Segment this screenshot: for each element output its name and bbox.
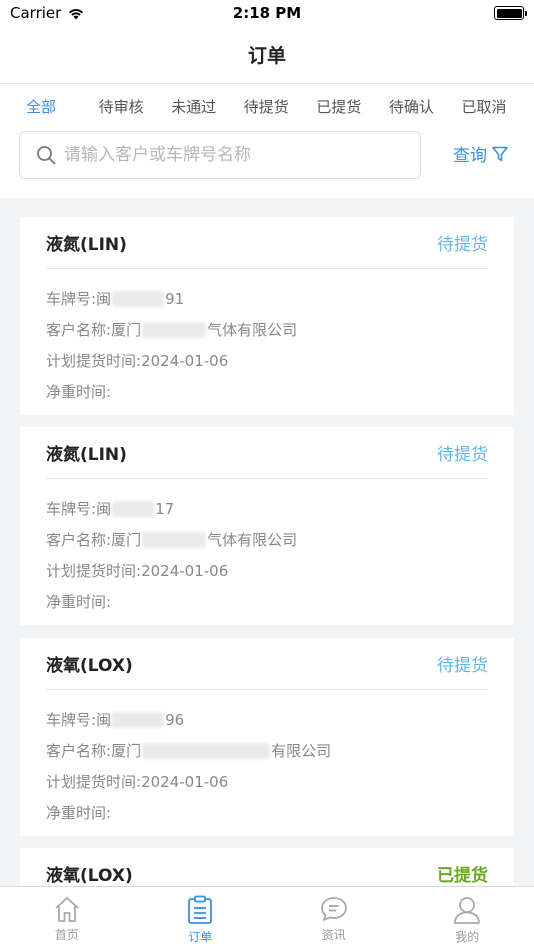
home-icon bbox=[55, 897, 79, 922]
tab-mine-label: 我的 bbox=[455, 930, 480, 944]
chat-icon bbox=[320, 897, 347, 921]
order-status: 待提货 bbox=[437, 445, 488, 465]
order-card[interactable]: 液氮(LIN) 待提货 车牌号: 闽 91 客户名称: 厦门 气体有限公司 计划提货时间… bbox=[20, 217, 514, 415]
battery-icon bbox=[494, 6, 527, 20]
order-product: 液氮(LIN) bbox=[46, 445, 127, 465]
tab-mine[interactable]: 我的 bbox=[401, 887, 534, 950]
query-button-label: 查询 bbox=[453, 146, 487, 166]
order-status: 待提货 bbox=[437, 235, 488, 255]
order-product: 液氮(LIN) bbox=[46, 235, 127, 255]
tab-all[interactable]: 全部 bbox=[26, 96, 99, 117]
plan-time-row: 计划提货时间: 2024-01-06 bbox=[46, 561, 229, 580]
tab-home-label: 首页 bbox=[54, 928, 79, 942]
plate-row: 车牌号: 闽 96 bbox=[46, 710, 185, 729]
nav-bar: 订单 bbox=[0, 26, 534, 84]
plate-row: 车牌号: 闽 91 bbox=[46, 289, 185, 308]
tab-rejected[interactable]: 未通过 bbox=[171, 96, 244, 117]
wifi-icon bbox=[69, 8, 84, 19]
tab-pending-review[interactable]: 待审核 bbox=[99, 96, 172, 117]
tab-home[interactable]: 首页 bbox=[0, 887, 134, 950]
bottom-tab-bar: 首页 订单 资讯 我的 bbox=[0, 886, 534, 950]
tab-orders-label: 订单 bbox=[188, 930, 213, 944]
filter-tabs: 全部 待审核 未通过 待提货 已提货 待确认 已取消 bbox=[0, 84, 534, 128]
customer-row: 客户名称: 厦门 气体有限公司 bbox=[46, 320, 298, 339]
search-icon bbox=[37, 146, 56, 165]
tab-pending-pickup[interactable]: 待提货 bbox=[244, 96, 317, 117]
status-bar: Carrier 2:18 PM bbox=[0, 0, 534, 26]
tab-cancelled[interactable]: 已取消 bbox=[461, 96, 534, 117]
customer-row: 客户名称: 厦门 有限公司 bbox=[46, 741, 332, 760]
tab-news[interactable]: 资讯 bbox=[267, 887, 401, 950]
tab-pending-confirm[interactable]: 待确认 bbox=[389, 96, 462, 117]
tab-news-label: 资讯 bbox=[321, 928, 346, 942]
carrier-label: Carrier bbox=[10, 4, 62, 22]
order-icon bbox=[188, 895, 213, 924]
customer-row: 客户名称: 厦门 气体有限公司 bbox=[46, 530, 298, 549]
order-card-header: 液氧(LOX) 待提货 bbox=[46, 638, 488, 690]
order-status: 待提货 bbox=[437, 656, 488, 676]
search-input[interactable] bbox=[64, 145, 394, 165]
filter-icon bbox=[492, 146, 508, 161]
order-product: 液氧(LOX) bbox=[46, 656, 133, 676]
order-card[interactable]: 液氮(LIN) 待提货 车牌号: 闽 17 客户名称: 厦门 气体有限公司 计划提货时间… bbox=[20, 427, 514, 625]
page-title: 订单 bbox=[247, 45, 286, 67]
tab-orders[interactable]: 订单 bbox=[134, 887, 268, 950]
query-button[interactable]: 查询 bbox=[453, 141, 509, 166]
search-box[interactable] bbox=[19, 131, 421, 179]
order-card[interactable]: 液氧(LOX) 待提货 车牌号: 闽 96 客户名称: 厦门 有限公司 计划提货时间: 2… bbox=[20, 638, 514, 836]
order-card-header: 液氮(LIN) 待提货 bbox=[46, 217, 488, 269]
user-icon bbox=[454, 897, 481, 924]
status-time: 2:18 PM bbox=[232, 4, 302, 22]
net-weight-time-row: 净重时间: bbox=[46, 803, 112, 822]
order-product: 液氧(LOX) bbox=[46, 866, 133, 886]
order-card-header: 液氮(LIN) 待提货 bbox=[46, 427, 488, 479]
plan-time-row: 计划提货时间: 2024-01-06 bbox=[46, 351, 229, 370]
plate-row: 车牌号: 闽 17 bbox=[46, 499, 175, 518]
search-row: 查询 bbox=[0, 128, 534, 198]
net-weight-time-row: 净重时间: bbox=[46, 592, 112, 611]
order-status: 已提货 bbox=[437, 866, 488, 886]
net-weight-time-row: 净重时间: bbox=[46, 382, 112, 401]
plan-time-row: 计划提货时间: 2024-01-06 bbox=[46, 772, 229, 791]
tab-picked-up[interactable]: 已提货 bbox=[316, 96, 389, 117]
